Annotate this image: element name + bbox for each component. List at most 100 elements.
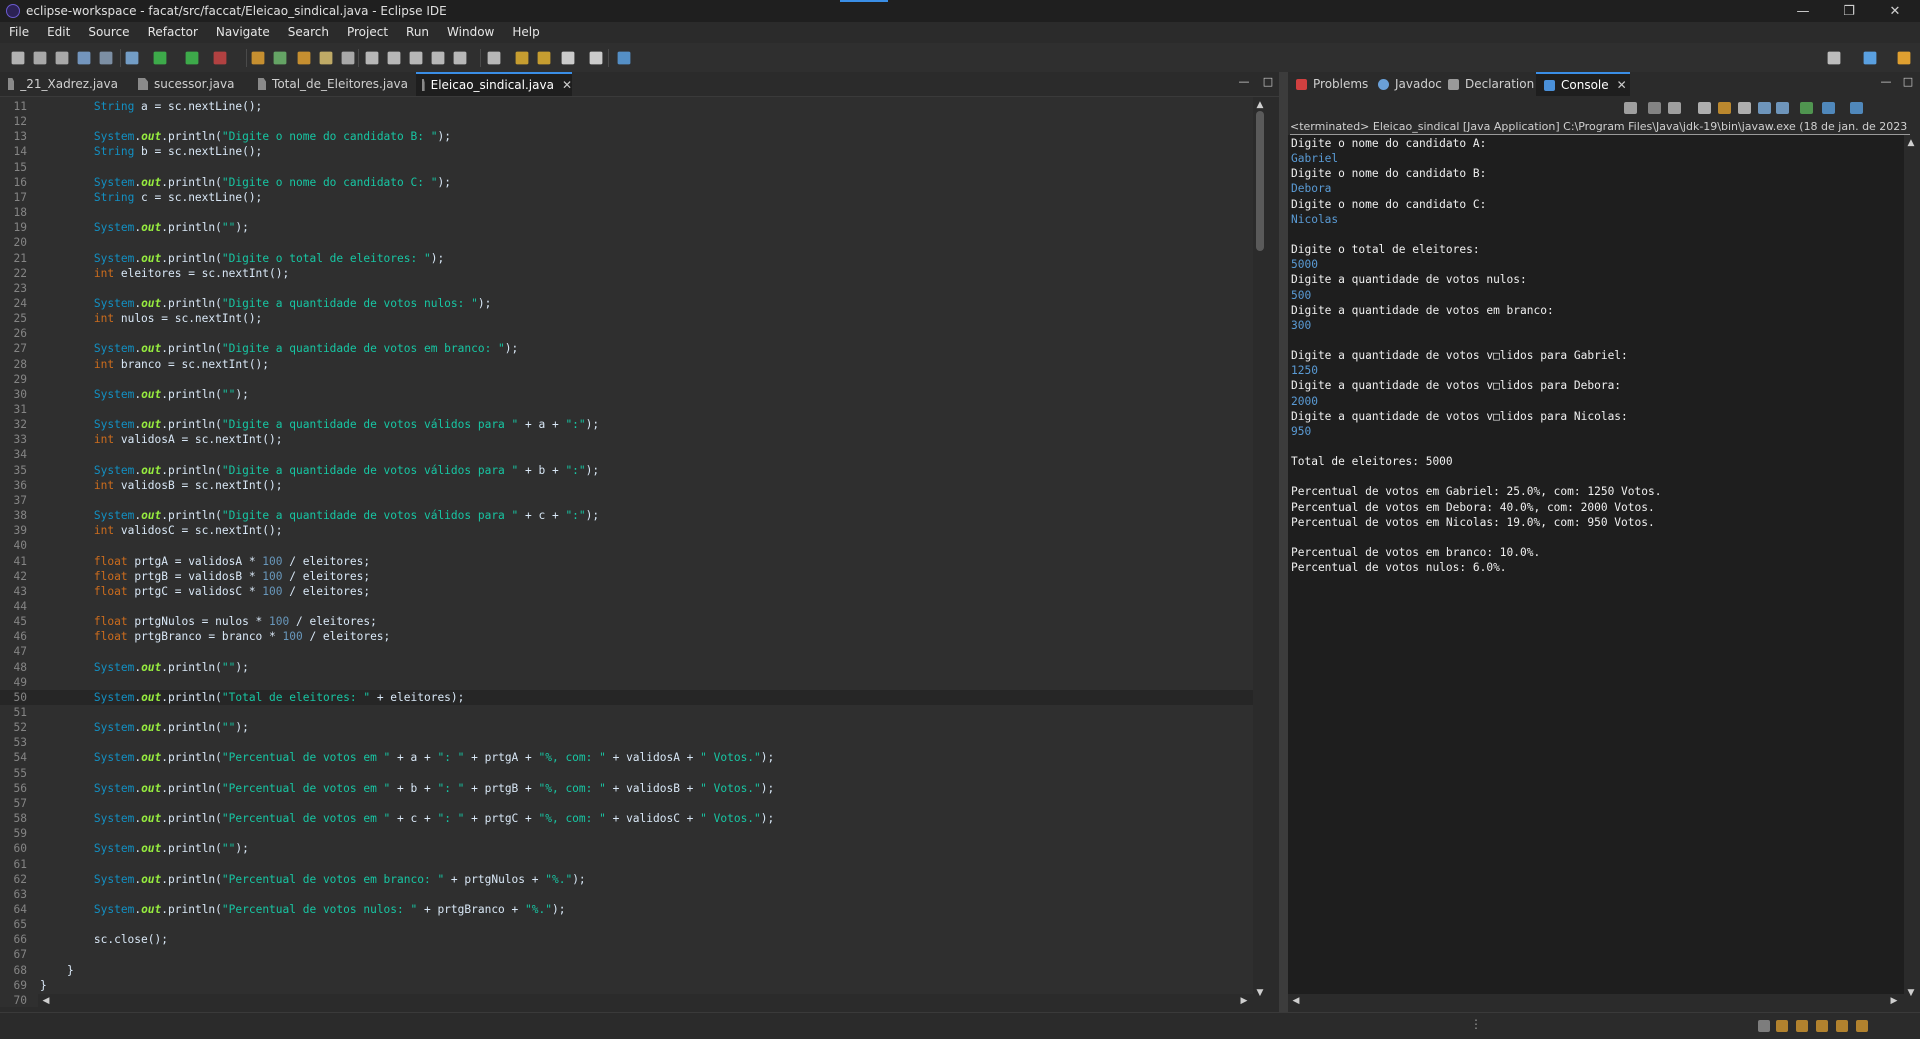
save-all-icon[interactable] [55, 51, 69, 65]
coverage-icon[interactable] [185, 51, 199, 65]
menu-item-project[interactable]: Project [338, 22, 397, 43]
restore-window-button[interactable]: ❐ [1826, 0, 1872, 22]
scroll-up-icon[interactable]: ▲ [1905, 137, 1917, 149]
search-toolbar-icon[interactable] [341, 51, 355, 65]
editor-tab[interactable]: sucessor.java [138, 72, 248, 96]
code-line: 38 System.out.println("Digite a quantida… [0, 508, 1253, 523]
block-select-icon[interactable] [387, 51, 401, 65]
console-horizontal-scrollbar[interactable]: ◀ ▶ [1288, 994, 1904, 1008]
debug-icon[interactable] [125, 51, 139, 65]
java-perspective-icon[interactable] [1897, 51, 1911, 65]
editor-horizontal-scrollbar[interactable]: ◀ ▶ [38, 994, 1253, 1008]
scrollbar-thumb[interactable] [1256, 111, 1264, 251]
forward-icon[interactable] [537, 51, 551, 65]
minimize-icon[interactable]: — [1880, 76, 1892, 88]
new-class-icon[interactable] [297, 51, 311, 65]
run-icon[interactable] [153, 51, 167, 65]
menu-item-window[interactable]: Window [438, 22, 503, 43]
scroll-lock-icon[interactable] [1718, 102, 1731, 114]
clear-console-icon[interactable] [1698, 102, 1711, 114]
next-annotation-icon[interactable] [453, 51, 467, 65]
open-type-icon[interactable] [319, 51, 333, 65]
close-tab-icon[interactable]: ✕ [562, 78, 572, 92]
tab-console[interactable]: Console ✕ [1536, 72, 1630, 96]
editor-vertical-scrollbar[interactable]: ▲ ▼ [1253, 97, 1267, 1002]
menu-item-refactor[interactable]: Refactor [139, 22, 207, 43]
open-console-icon[interactable] [1850, 102, 1863, 114]
code-text: System.out.println("Digite a quantidade … [93, 418, 600, 432]
menu-item-file[interactable]: File [0, 22, 38, 43]
notifications-icon[interactable] [1796, 1020, 1808, 1032]
close-window-button[interactable]: ✕ [1872, 0, 1918, 22]
tasks-icon[interactable] [1776, 1020, 1788, 1032]
editor-panel: _21_Xadrez.java sucessor.java Total_de_E… [0, 72, 1279, 1012]
show-on-error-icon[interactable] [1776, 102, 1789, 114]
tab-problems[interactable]: Problems [1292, 72, 1374, 96]
show-whitespace-icon[interactable] [409, 51, 423, 65]
code-line: 28 int branco = sc.nextInt(); [0, 357, 1253, 372]
lightbulb-icon[interactable] [1856, 1020, 1868, 1032]
pilcrow-icon[interactable] [431, 51, 445, 65]
pin-console-icon[interactable] [1800, 102, 1813, 114]
scroll-right-icon[interactable]: ▶ [1888, 995, 1900, 1007]
line-number: 58 [13, 812, 27, 826]
menu-item-help[interactable]: Help [503, 22, 548, 43]
updates-icon[interactable] [1836, 1020, 1848, 1032]
prev-annotation-icon[interactable] [487, 51, 501, 65]
save-icon[interactable] [33, 51, 47, 65]
console-output[interactable]: Digite o nome do candidato A: Gabriel Digi… [1288, 135, 1904, 1002]
tab-javadoc[interactable]: Javadoc [1376, 72, 1444, 96]
mark-occurrences-icon[interactable] [365, 51, 379, 65]
editor-tab[interactable]: Total_de_Eleitores.java [258, 72, 408, 96]
nav-back-icon[interactable] [561, 51, 575, 65]
terminate-icon[interactable] [1624, 102, 1637, 114]
minimize-window-button[interactable]: — [1780, 0, 1826, 22]
code-text: System.out.println("Percentual de votos … [93, 781, 775, 795]
show-on-output-icon[interactable] [1758, 102, 1771, 114]
word-wrap-icon[interactable] [1738, 102, 1751, 114]
editor-tab-bar: _21_Xadrez.java sucessor.java Total_de_E… [0, 72, 1279, 97]
back-icon[interactable] [515, 51, 529, 65]
code-text: System.out.println("Percentual de votos … [93, 902, 566, 916]
nav-forward-icon[interactable] [589, 51, 603, 65]
menu-item-search[interactable]: Search [279, 22, 338, 43]
display-console-icon[interactable] [1822, 102, 1835, 114]
print-icon[interactable] [77, 51, 91, 65]
scroll-down-icon[interactable]: ▼ [1905, 987, 1917, 999]
scroll-left-icon[interactable]: ◀ [40, 995, 52, 1007]
external-tools-icon[interactable] [213, 51, 227, 65]
open-perspective-icon[interactable] [1863, 51, 1877, 65]
console-vertical-scrollbar[interactable]: ▲ ▼ [1904, 135, 1918, 1002]
tips-icon[interactable] [1816, 1020, 1828, 1032]
code-line: 66 sc.close(); [0, 932, 1253, 947]
code-editor[interactable]: 11 String a = sc.nextLine(); 12 13 System.… [0, 97, 1253, 1007]
menu-item-edit[interactable]: Edit [38, 22, 79, 43]
scroll-down-icon[interactable]: ▼ [1254, 987, 1266, 999]
scroll-left-icon[interactable]: ◀ [1290, 995, 1302, 1007]
maximize-icon[interactable]: □ [1902, 76, 1914, 88]
maximize-icon[interactable]: □ [1262, 76, 1274, 88]
panel-splitter[interactable] [1279, 72, 1288, 1012]
menu-item-run[interactable]: Run [397, 22, 438, 43]
close-tab-icon[interactable]: ✕ [1617, 78, 1627, 92]
editor-tab[interactable]: _21_Xadrez.java [8, 72, 118, 96]
new-java-project-icon[interactable] [251, 51, 265, 65]
minimize-icon[interactable]: — [1238, 76, 1250, 88]
menu-item-navigate[interactable]: Navigate [207, 22, 279, 43]
remove-all-icon[interactable] [1668, 102, 1681, 114]
search-icon[interactable] [1827, 51, 1841, 65]
tab-declaration[interactable]: Declaration [1446, 72, 1538, 96]
pin-icon[interactable] [617, 51, 631, 65]
menu-item-source[interactable]: Source [79, 22, 138, 43]
remove-launch-icon[interactable] [1648, 102, 1661, 114]
new-package-icon[interactable] [273, 51, 287, 65]
scroll-right-icon[interactable]: ▶ [1238, 995, 1250, 1007]
progress-icon[interactable] [1758, 1020, 1770, 1032]
line-number: 55 [13, 766, 27, 780]
scroll-up-icon[interactable]: ▲ [1254, 99, 1266, 111]
code-line: 37 [0, 493, 1253, 508]
code-line: 26 [0, 326, 1253, 341]
editor-tab-active[interactable]: Eleicao_sindical.java ✕ [416, 72, 572, 96]
terminal-icon[interactable] [99, 51, 113, 65]
new-icon[interactable] [11, 51, 25, 65]
